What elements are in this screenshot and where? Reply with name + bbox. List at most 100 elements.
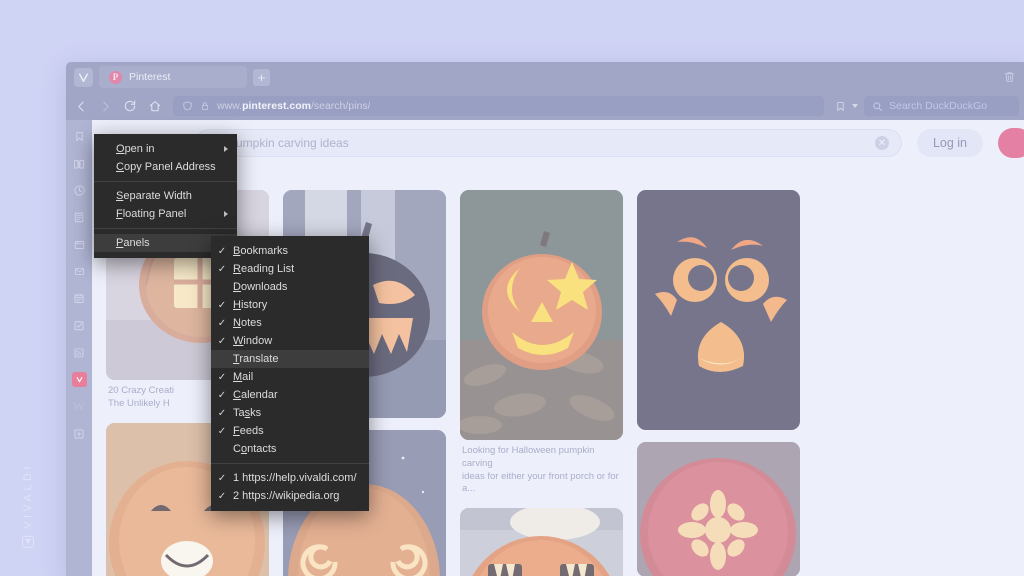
pin-image-scared-face[interactable] bbox=[637, 190, 800, 430]
panels-submenu[interactable]: ✓ Bookmarks ✓ Reading List Downloads ✓ H… bbox=[211, 236, 369, 511]
panel-item-wikipedia[interactable]: W bbox=[72, 399, 87, 414]
submenu-item-contacts[interactable]: Contacts bbox=[211, 440, 369, 458]
home-icon bbox=[149, 101, 161, 112]
search-query-text: pumpkin carving ideas bbox=[229, 136, 349, 150]
search-field[interactable]: Search DuckDuckGo bbox=[864, 96, 1019, 116]
book-icon bbox=[74, 159, 84, 168]
back-button[interactable] bbox=[75, 100, 88, 113]
menu-item-label: Copy Panel Address bbox=[116, 161, 216, 173]
menu-item-label: Floating Panel bbox=[116, 208, 187, 220]
panel-item-notes[interactable] bbox=[72, 210, 87, 225]
submenu-item-calendar[interactable]: ✓ Calendar bbox=[211, 386, 369, 404]
watermark-text: VIVALDI bbox=[22, 463, 34, 529]
forward-button[interactable] bbox=[99, 100, 112, 113]
panel-item-bookmarks[interactable] bbox=[72, 129, 87, 144]
checkmark-icon: ✓ bbox=[217, 335, 227, 347]
vivaldi-logo-icon bbox=[79, 73, 88, 82]
menu-item-copy-panel-address[interactable]: Copy Panel Address bbox=[94, 158, 237, 176]
menu-item-open-in[interactable]: Open in bbox=[94, 140, 237, 158]
submenu-item-label: Contacts bbox=[233, 443, 277, 455]
submenu-item-translate[interactable]: Translate bbox=[211, 350, 369, 368]
bookmark-button[interactable] bbox=[835, 100, 846, 113]
pin-image-eating-pumpkin[interactable] bbox=[460, 508, 623, 576]
menu-item-separate-width[interactable]: Separate Width bbox=[94, 187, 237, 205]
vivaldi-logo-icon bbox=[76, 377, 82, 383]
checkmark-icon: ✓ bbox=[217, 317, 227, 329]
submenu-item-history[interactable]: ✓ History bbox=[211, 296, 369, 314]
submenu-item-label: Tasks bbox=[233, 407, 262, 419]
panel-item-window[interactable] bbox=[72, 237, 87, 252]
submenu-item-bookmarks[interactable]: ✓ Bookmarks bbox=[211, 242, 369, 260]
submenu-item-mail[interactable]: ✓ Mail bbox=[211, 368, 369, 386]
panel-item-reading-list[interactable] bbox=[72, 156, 87, 171]
login-label: Log in bbox=[932, 136, 967, 150]
panel-item-vivaldi-help[interactable] bbox=[71, 372, 87, 387]
url-field[interactable]: www.pinterest.com/search/pins/ bbox=[173, 96, 824, 116]
address-bar: www.pinterest.com/search/pins/ Search Du… bbox=[66, 92, 1024, 120]
new-tab-button[interactable]: + bbox=[253, 68, 270, 86]
submenu-item-window[interactable]: ✓ Window bbox=[211, 332, 369, 350]
pinterest-search-input[interactable]: pumpkin carving ideas ✕ bbox=[195, 129, 902, 157]
feed-icon bbox=[74, 348, 84, 357]
menu-separator bbox=[94, 181, 237, 182]
reload-button[interactable] bbox=[123, 99, 137, 113]
pin-image-moon-star-eyes[interactable] bbox=[460, 190, 623, 440]
pin-card[interactable] bbox=[460, 508, 623, 576]
calendar-icon bbox=[74, 293, 84, 303]
pumpkin-scared-face-illustration bbox=[637, 190, 800, 430]
submenu-item-label: Reading List bbox=[233, 263, 295, 275]
panel-item-add[interactable] bbox=[72, 426, 87, 441]
submenu-item-label: History bbox=[233, 299, 268, 311]
notes-icon bbox=[74, 212, 84, 223]
submenu-item-label: Notes bbox=[233, 317, 262, 329]
submenu-item-reading-list[interactable]: ✓ Reading List bbox=[211, 260, 369, 278]
pumpkin-eating-pumpkin-illustration bbox=[460, 508, 623, 576]
pin-card[interactable]: Looking for Halloween pumpkin carving id… bbox=[460, 190, 623, 496]
pin-card[interactable] bbox=[637, 442, 800, 576]
bookmark-icon bbox=[837, 101, 844, 111]
shield-icon bbox=[183, 101, 192, 111]
checkmark-icon: ✓ bbox=[217, 245, 227, 257]
plus-icon bbox=[74, 428, 84, 439]
pin-caption-line1: Looking for Halloween pumpkin carving bbox=[462, 445, 595, 469]
home-button[interactable] bbox=[148, 99, 162, 113]
submenu-item-help-vivaldi[interactable]: ✓ 1 https://help.vivaldi.com/ bbox=[211, 469, 369, 487]
panel-item-feeds[interactable] bbox=[72, 345, 87, 360]
chevron-down-icon[interactable] bbox=[852, 104, 858, 108]
menu-item-label: Open in bbox=[116, 143, 155, 155]
panel-item-history[interactable] bbox=[72, 183, 87, 198]
tab-title: Pinterest bbox=[129, 71, 171, 83]
panel-item-tasks[interactable] bbox=[72, 318, 87, 333]
submenu-arrow-icon bbox=[224, 146, 228, 152]
window-icon bbox=[74, 240, 84, 249]
pin-card[interactable] bbox=[637, 190, 800, 430]
checkmark-icon: ✓ bbox=[217, 389, 227, 401]
signup-button[interactable] bbox=[998, 128, 1024, 158]
panel-item-calendar[interactable] bbox=[72, 291, 87, 306]
clear-search-button[interactable]: ✕ bbox=[874, 136, 889, 150]
submenu-item-wikipedia[interactable]: ✓ 2 https://wikipedia.org bbox=[211, 487, 369, 505]
submenu-item-tasks[interactable]: ✓ Tasks bbox=[211, 404, 369, 422]
menu-item-floating-panel[interactable]: Floating Panel bbox=[94, 205, 237, 223]
checkmark-icon: ✓ bbox=[217, 407, 227, 419]
submenu-item-feeds[interactable]: ✓ Feeds bbox=[211, 422, 369, 440]
vivaldi-menu-button[interactable] bbox=[74, 67, 93, 87]
bookmark-icon bbox=[75, 132, 83, 141]
back-arrow-icon bbox=[78, 101, 84, 111]
tab-pinterest[interactable]: P Pinterest bbox=[99, 66, 247, 88]
submenu-item-label: Downloads bbox=[233, 281, 288, 293]
panel-item-mail[interactable] bbox=[72, 264, 87, 279]
pumpkin-moon-star-eyes-illustration bbox=[460, 190, 623, 440]
submenu-item-downloads[interactable]: Downloads bbox=[211, 278, 369, 296]
submenu-item-label: Window bbox=[233, 335, 273, 347]
address-bar-right: Search DuckDuckGo bbox=[835, 96, 1019, 116]
vivaldi-logo-icon bbox=[22, 536, 34, 548]
trash-button[interactable] bbox=[998, 66, 1020, 88]
submenu-item-label: Bookmarks bbox=[233, 245, 289, 257]
submenu-item-notes[interactable]: ✓ Notes bbox=[211, 314, 369, 332]
checkmark-icon: ✓ bbox=[217, 472, 227, 484]
pin-image-floral-carving[interactable] bbox=[637, 442, 800, 576]
reload-icon bbox=[124, 100, 136, 112]
menu-separator bbox=[211, 463, 369, 464]
login-button[interactable]: Log in bbox=[916, 129, 983, 157]
